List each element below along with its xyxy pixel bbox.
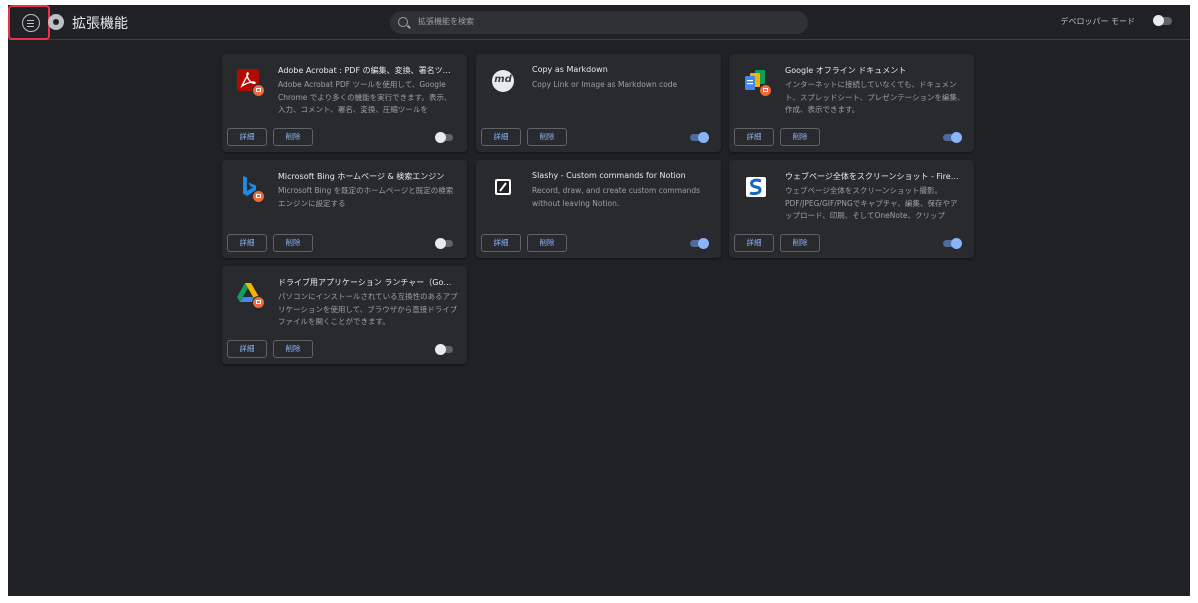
extension-name: Copy as Markdown: [532, 65, 608, 74]
extension-name: Microsoft Bing ホームページ & 検索エンジン: [278, 172, 445, 181]
extension-description: インターネットに接続していなくても、ドキュメント、スプレッドシート、プレゼンテー…: [785, 80, 965, 114]
details-button[interactable]: 詳細: [227, 234, 267, 252]
enable-toggle[interactable]: [690, 238, 709, 249]
details-button[interactable]: 詳細: [227, 128, 267, 146]
slashy-icon: [490, 174, 516, 200]
extension-description: Microsoft Bing を既定のホームページと既定の検索エンジンに設定する: [278, 186, 454, 208]
bing-icon: [236, 174, 265, 203]
adobe-acrobat-icon: [236, 68, 265, 97]
remove-button[interactable]: 削除: [780, 128, 820, 146]
menu-icon[interactable]: [22, 14, 40, 32]
markdown-icon-text: md: [494, 74, 512, 85]
extension-card-copy-as-markdown: md Copy as Markdown Copy Link or Image a…: [476, 54, 721, 152]
toolbar: 拡張機能 拡張機能を検索 デベロッパー モード: [8, 5, 1190, 40]
extension-card-drive-launcher: ドライブ用アプリケーション ランチャー（Go… パソコンにインストールされている…: [222, 266, 467, 364]
markdown-icon: md: [490, 68, 516, 94]
extensions-logo-icon: [48, 14, 64, 30]
google-drive-icon: [236, 280, 265, 309]
details-button[interactable]: 詳細: [481, 128, 521, 146]
details-button[interactable]: 詳細: [227, 340, 267, 358]
extension-card-fireshot: ウェブページ全体をスクリーンショット - Fire… ウェブページ全体をスクリー…: [729, 160, 974, 258]
remove-button[interactable]: 削除: [527, 128, 567, 146]
extension-name: ウェブページ全体をスクリーンショット - Fire…: [785, 172, 959, 181]
extension-description: ウェブページ全体をスクリーンショット撮影。PDF/JPEG/GIF/PNGでキャ…: [785, 186, 958, 220]
extension-name: Adobe Acrobat : PDF の編集、変換、署名ツール: [278, 66, 458, 75]
details-button[interactable]: 詳細: [734, 234, 774, 252]
enable-toggle[interactable]: [435, 132, 453, 143]
details-button[interactable]: 詳細: [734, 128, 774, 146]
search-input[interactable]: 拡張機能を検索: [418, 16, 474, 27]
extension-card-google-docs-offline: Google オフライン ドキュメント インターネットに接続していなくても、ドキ…: [729, 54, 974, 152]
page-title: 拡張機能: [72, 16, 128, 32]
developer-mode-toggle[interactable]: [1153, 15, 1172, 26]
search-box[interactable]: 拡張機能を検索: [390, 11, 808, 34]
remove-button[interactable]: 削除: [273, 234, 313, 252]
extension-description: Copy Link or Image as Markdown code: [532, 80, 678, 89]
extension-card-bing: Microsoft Bing ホームページ & 検索エンジン Microsoft…: [222, 160, 467, 258]
extensions-page: 拡張機能 拡張機能を検索 デベロッパー モード Adobe Acrobat : …: [8, 5, 1190, 596]
fireshot-icon: [743, 174, 769, 200]
remove-button[interactable]: 削除: [780, 234, 820, 252]
enable-toggle[interactable]: [435, 238, 453, 249]
extension-description: パソコンにインストールされている互換性のあるアプリケーションを使用して、ブラウザ…: [278, 292, 458, 326]
developer-mode-label: デベロッパー モード: [1060, 17, 1135, 26]
managed-badge-icon: [252, 84, 265, 97]
google-docs-offline-icon: [743, 68, 772, 97]
extension-description: Adobe Acrobat PDF ツールを使用して、Google Chrome…: [278, 80, 452, 114]
extension-name: Slashy - Custom commands for Notion: [532, 171, 686, 180]
extension-description: Record, draw, and create custom commands…: [532, 186, 701, 208]
extension-card-adobe: Adobe Acrobat : PDF の編集、変換、署名ツール Adobe A…: [222, 54, 467, 152]
remove-button[interactable]: 削除: [273, 128, 313, 146]
enable-toggle[interactable]: [943, 132, 962, 143]
enable-toggle[interactable]: [943, 238, 962, 249]
remove-button[interactable]: 削除: [527, 234, 567, 252]
search-icon: [398, 17, 408, 27]
extension-name: Google オフライン ドキュメント: [785, 66, 907, 75]
managed-badge-icon: [252, 296, 265, 309]
managed-badge-icon: [252, 190, 265, 203]
enable-toggle[interactable]: [435, 344, 453, 355]
extension-name: ドライブ用アプリケーション ランチャー（Go…: [278, 278, 452, 287]
details-button[interactable]: 詳細: [481, 234, 521, 252]
enable-toggle[interactable]: [690, 132, 709, 143]
extension-card-slashy: Slashy - Custom commands for Notion Reco…: [476, 160, 721, 258]
remove-button[interactable]: 削除: [273, 340, 313, 358]
managed-badge-icon: [759, 84, 772, 97]
